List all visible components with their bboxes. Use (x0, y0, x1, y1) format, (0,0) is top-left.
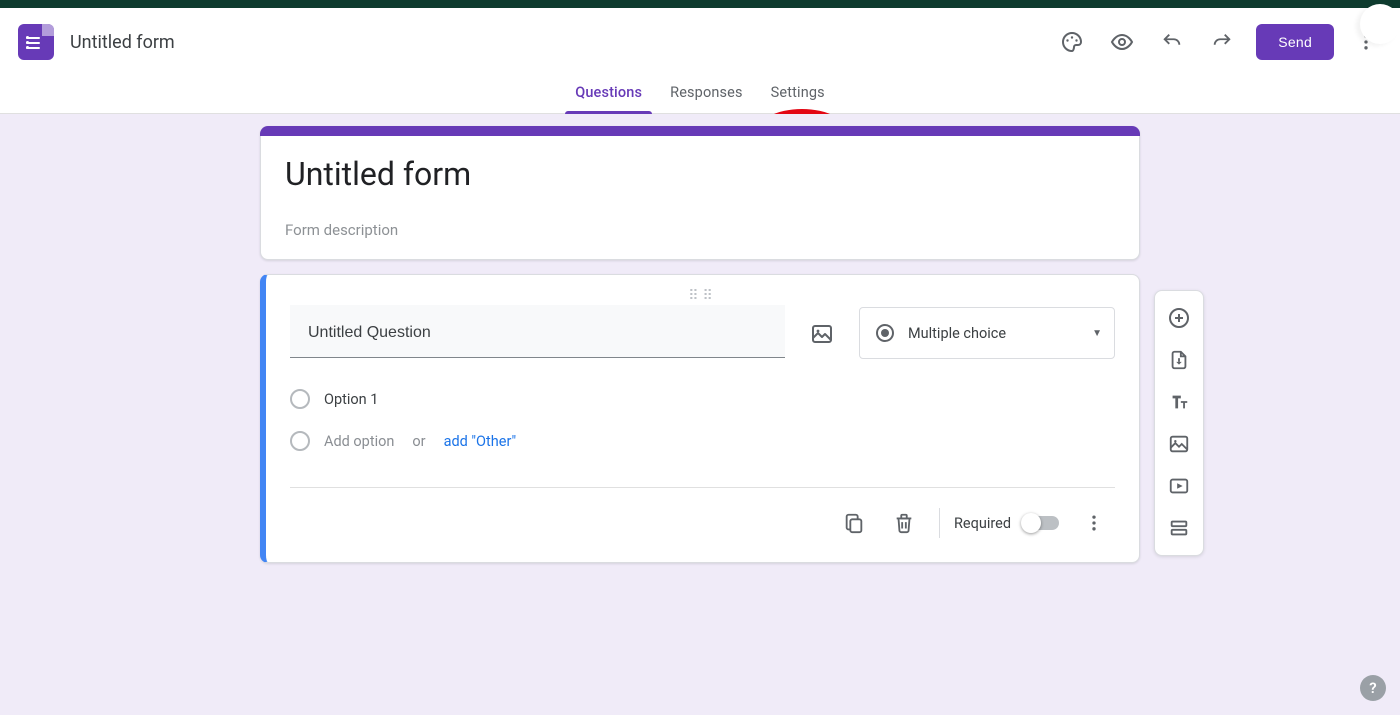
caret-down-icon: ▼ (1092, 328, 1102, 339)
workspace: Untitled form Form description ⠿⠿ Multip… (0, 114, 1400, 715)
add-image-side-icon[interactable] (1158, 423, 1200, 465)
help-icon[interactable]: ? (1360, 675, 1386, 701)
form-description[interactable]: Form description (285, 221, 1115, 239)
send-button[interactable]: Send (1256, 24, 1334, 60)
tabs-bar: Questions Responses Settings (0, 70, 1400, 114)
preview-icon[interactable] (1100, 20, 1144, 64)
palette-icon[interactable] (1050, 20, 1094, 64)
add-section-icon[interactable] (1158, 507, 1200, 549)
form-title[interactable]: Untitled form (285, 155, 1115, 193)
question-type-label: Multiple choice (908, 325, 1078, 342)
duplicate-icon[interactable] (833, 502, 875, 544)
options-list: Option 1 Add option or add "Other" (290, 359, 1115, 473)
import-questions-icon[interactable] (1158, 339, 1200, 381)
tab-questions[interactable]: Questions (561, 84, 656, 113)
form-header-card[interactable]: Untitled form Form description (260, 126, 1140, 260)
question-title-field[interactable] (290, 305, 785, 358)
add-video-icon[interactable] (1158, 465, 1200, 507)
add-title-icon[interactable] (1158, 381, 1200, 423)
question-type-select[interactable]: Multiple choice ▼ (859, 307, 1115, 359)
question-more-icon[interactable] (1073, 502, 1115, 544)
option-label[interactable]: Option 1 (324, 391, 378, 408)
radio-icon (876, 324, 894, 342)
tab-responses[interactable]: Responses (656, 84, 757, 113)
option-row[interactable]: Option 1 (290, 379, 1115, 419)
question-footer: Required (290, 487, 1115, 554)
add-image-icon[interactable] (801, 313, 843, 355)
drag-handle-icon[interactable]: ⠿⠿ (290, 293, 1115, 299)
add-option-button[interactable]: Add option (324, 433, 394, 450)
redo-icon[interactable] (1200, 20, 1244, 64)
add-question-icon[interactable] (1158, 297, 1200, 339)
required-toggle[interactable] (1023, 516, 1059, 530)
doc-title[interactable]: Untitled form (70, 32, 175, 53)
tab-settings[interactable]: Settings (757, 84, 839, 113)
browser-strip (0, 0, 1400, 8)
required-label: Required (954, 515, 1011, 532)
forms-logo[interactable] (18, 24, 54, 60)
separator (939, 508, 940, 538)
radio-outline-icon (290, 431, 310, 451)
undo-icon[interactable] (1150, 20, 1194, 64)
app-header: Untitled form Send (0, 8, 1400, 70)
question-title-input[interactable] (306, 323, 769, 343)
or-label: or (412, 433, 425, 450)
radio-outline-icon (290, 389, 310, 409)
question-card[interactable]: ⠿⠿ Multiple choice ▼ Option 1 (260, 274, 1140, 563)
delete-icon[interactable] (883, 502, 925, 544)
account-avatar[interactable] (1360, 4, 1400, 44)
add-option-row: Add option or add "Other" (290, 419, 1115, 463)
side-toolbar (1154, 290, 1204, 556)
add-other-button[interactable]: add "Other" (444, 433, 517, 450)
